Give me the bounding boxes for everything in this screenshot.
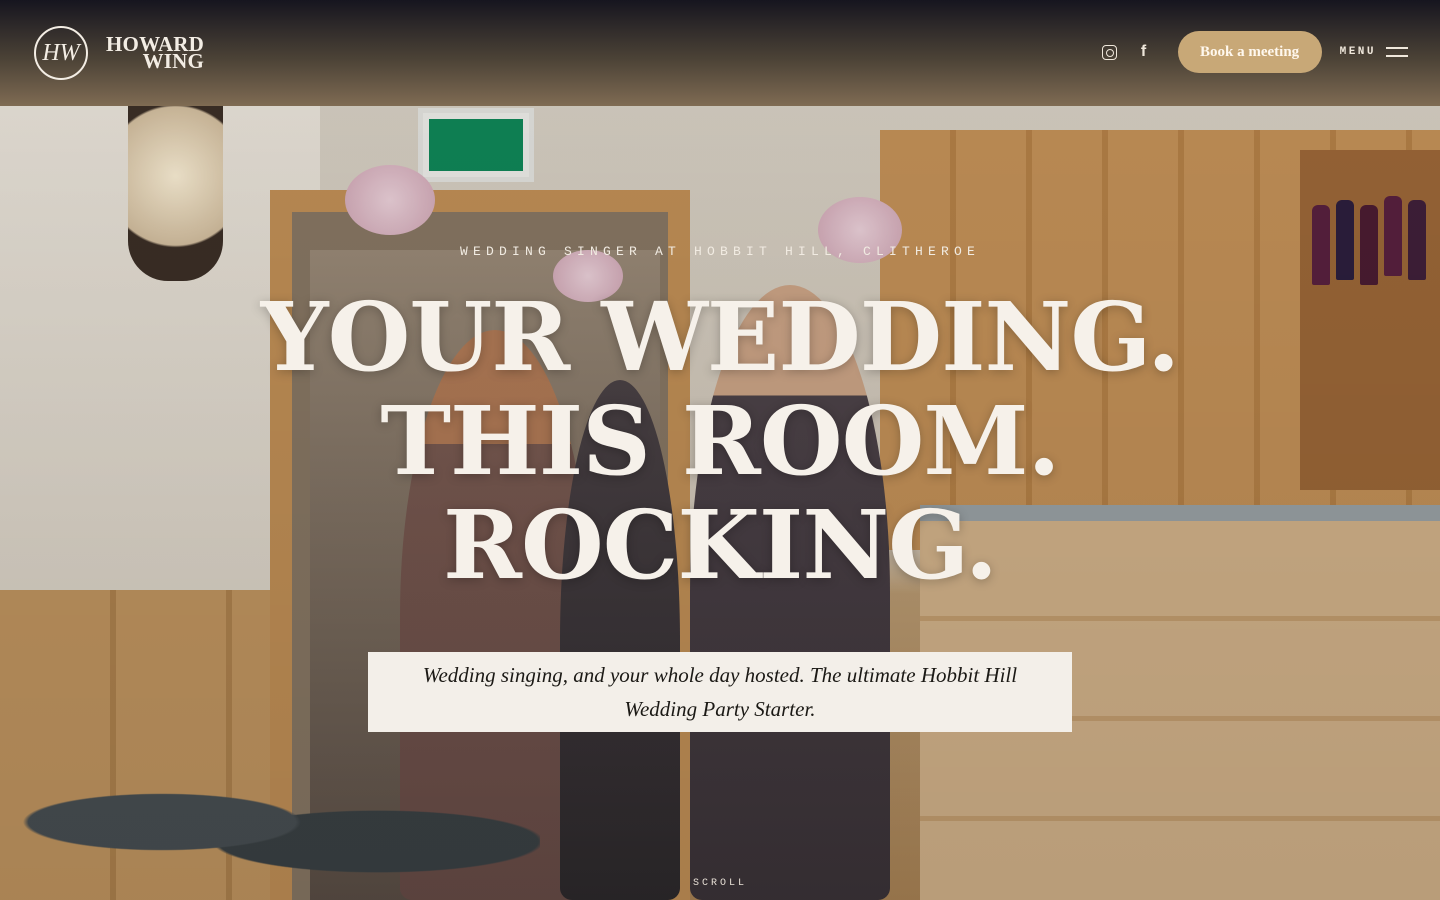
hero-subtitle: Wedding singing, and your whole day host… xyxy=(422,663,1018,721)
hero-subtitle-box: Wedding singing, and your whole day host… xyxy=(368,652,1072,732)
hamburger-icon xyxy=(1386,47,1408,57)
logo-monogram: HW xyxy=(34,26,88,80)
site-header: HW HOWARD WING f Book a meeting MENU xyxy=(0,0,1440,106)
menu-button[interactable]: MENU xyxy=(1340,46,1408,58)
headline-line-3: ROCKING. xyxy=(443,490,998,601)
instagram-icon[interactable] xyxy=(1102,44,1118,60)
facebook-icon[interactable]: f xyxy=(1136,43,1152,60)
headline-line-1: YOUR WEDDING. xyxy=(260,282,1180,393)
header-nav: f Book a meeting MENU xyxy=(1102,31,1408,73)
hero-eyebrow: WEDDING SINGER AT HOBBIT HILL, CLITHEROE xyxy=(459,244,981,259)
site-logo[interactable]: HW HOWARD WING xyxy=(34,26,204,80)
headline-line-2: THIS ROOM. xyxy=(380,386,1060,497)
logo-wordmark: HOWARD WING xyxy=(106,34,204,72)
scroll-indicator[interactable]: SCROLL xyxy=(0,878,1440,889)
hero-headline: YOUR WEDDING. THIS ROOM. ROCKING. xyxy=(0,286,1440,598)
book-meeting-button[interactable]: Book a meeting xyxy=(1177,31,1322,73)
menu-label: MENU xyxy=(1339,46,1376,58)
